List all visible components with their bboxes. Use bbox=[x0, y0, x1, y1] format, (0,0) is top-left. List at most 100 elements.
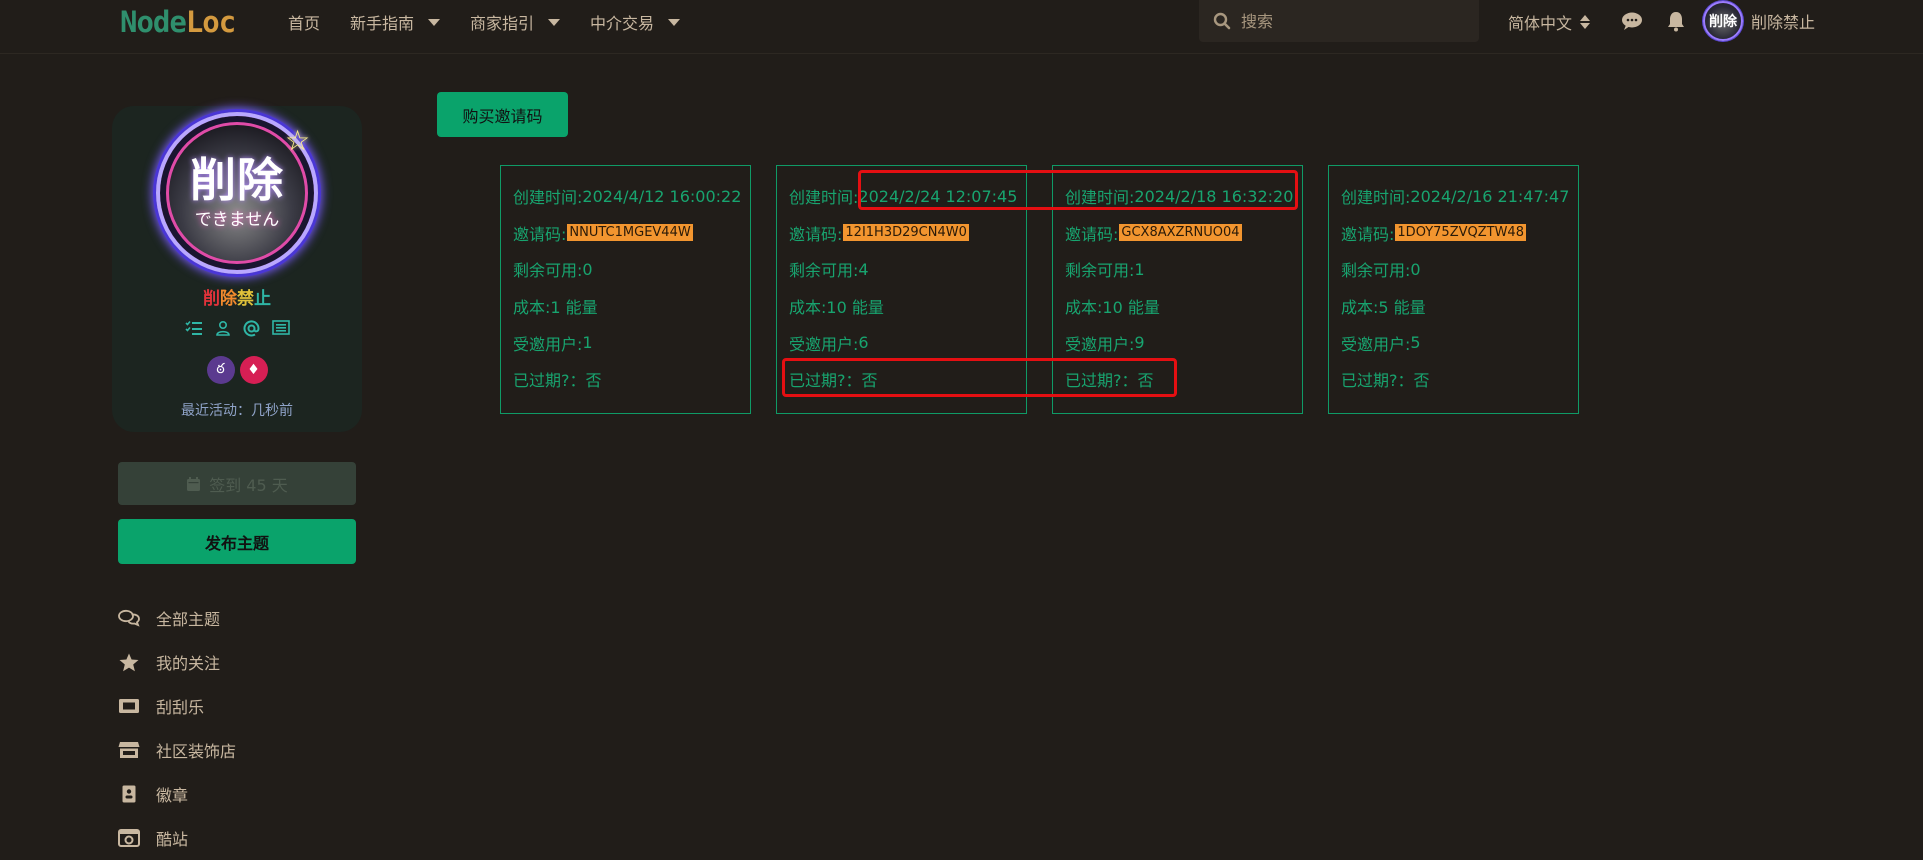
sidebar-item-all-topics[interactable]: 全部主题 bbox=[116, 596, 236, 640]
remaining-value: 4 bbox=[858, 259, 869, 279]
badge-icon bbox=[122, 785, 136, 803]
nav-beginner-guide-label: 新手指南 bbox=[350, 14, 415, 33]
at-icon[interactable] bbox=[243, 320, 260, 337]
invite-code-card: 创建时间: 2024/2/16 21:47:47 邀请码: 1DOY75ZVQZ… bbox=[1328, 165, 1579, 414]
search-input[interactable] bbox=[1241, 11, 1461, 31]
sidebar-item-label: 我的关注 bbox=[156, 654, 221, 673]
invited-row: 受邀用户: 6 bbox=[789, 324, 1026, 361]
buy-invite-code-button[interactable]: 购买邀请码 bbox=[437, 92, 568, 137]
medal-badge-icon[interactable]: ఠ bbox=[206, 356, 235, 384]
created-row: 创建时间: 2024/4/12 16:00:22 bbox=[513, 178, 750, 215]
search-box[interactable] bbox=[1199, 0, 1479, 42]
invited-value: 6 bbox=[858, 333, 869, 353]
invited-value: 1 bbox=[582, 333, 593, 353]
cost-label: 成本: bbox=[789, 298, 827, 318]
sidebar-item-following[interactable]: 我的关注 bbox=[116, 640, 236, 684]
expired-value: 否 bbox=[1137, 371, 1154, 391]
avatar-sub-text: できません bbox=[194, 209, 280, 230]
created-value: 2024/4/12 16:00:22 bbox=[582, 186, 742, 206]
created-label: 创建时间: bbox=[789, 188, 859, 208]
language-selector[interactable]: 简体中文 bbox=[1508, 10, 1591, 34]
remaining-label: 剩余可用: bbox=[513, 261, 583, 281]
sort-updown-icon bbox=[1580, 15, 1591, 29]
sidebar-item-label: 酷站 bbox=[156, 830, 189, 849]
sidebar-item-label: 刮刮乐 bbox=[156, 698, 205, 717]
code-label: 邀请码: bbox=[789, 224, 843, 244]
nav-merchant-guide[interactable]: 商家指引 bbox=[470, 10, 561, 34]
expired-value: 否 bbox=[861, 371, 878, 391]
remaining-row: 剩余可用: 0 bbox=[1341, 251, 1578, 288]
cost-value: 5 能量 bbox=[1378, 298, 1426, 318]
avatar: 削除 bbox=[1703, 1, 1743, 41]
store-icon bbox=[118, 742, 140, 758]
username-char: 止 bbox=[254, 289, 271, 309]
cost-row: 成本: 5 能量 bbox=[1341, 288, 1578, 325]
created-label: 创建时间: bbox=[1341, 188, 1411, 208]
logo-part-node: Node bbox=[120, 5, 187, 39]
comments-icon bbox=[118, 609, 140, 627]
nav-home[interactable]: 首页 bbox=[288, 10, 320, 34]
invite-code-value[interactable]: 12I1H3D29CN4W0 bbox=[843, 224, 969, 242]
top-navbar: NodeLoc 首页 新手指南 商家指引 中介交易 简体中文 削除 削除禁止 bbox=[0, 0, 1923, 54]
username-char: 禁 bbox=[237, 289, 254, 309]
nav-escrow-trade[interactable]: 中介交易 bbox=[590, 10, 681, 34]
star-decoration-icon: ☆ bbox=[285, 124, 311, 157]
bell-icon[interactable] bbox=[1666, 10, 1686, 32]
code-row: 邀请码: GCX8AXZRNUO04 bbox=[1065, 215, 1302, 252]
expired-value: 否 bbox=[1413, 371, 1430, 391]
remaining-label: 剩余可用: bbox=[1341, 261, 1411, 281]
code-label: 邀请码: bbox=[1341, 224, 1395, 244]
sidebar-item-decoration-shop[interactable]: 社区装饰店 bbox=[116, 728, 236, 772]
checkin-button[interactable]: 签到 45 天 bbox=[118, 462, 356, 505]
remaining-row: 剩余可用: 4 bbox=[789, 251, 1026, 288]
user-menu[interactable]: 削除 削除禁止 bbox=[1703, 1, 1815, 41]
invited-value: 5 bbox=[1410, 333, 1421, 353]
nav-home-label: 首页 bbox=[288, 14, 321, 33]
created-value: 2024/2/18 16:32:20 bbox=[1134, 186, 1294, 206]
sidebar-item-badges[interactable]: 徽章 bbox=[116, 772, 236, 816]
sidebar-item-scratch-card[interactable]: 刮刮乐 bbox=[116, 684, 236, 728]
sidebar-item-label: 社区装饰店 bbox=[156, 742, 237, 761]
remaining-row: 剩余可用: 0 bbox=[513, 251, 750, 288]
created-value: 2024/2/16 21:47:47 bbox=[1410, 186, 1570, 206]
article-icon[interactable] bbox=[271, 320, 290, 335]
remaining-label: 剩余可用: bbox=[1065, 261, 1135, 281]
cost-row: 成本: 1 能量 bbox=[513, 288, 750, 325]
publish-topic-button[interactable]: 发布主题 bbox=[118, 519, 356, 564]
invite-code-value[interactable]: GCX8AXZRNUO04 bbox=[1119, 224, 1242, 242]
created-row: 创建时间: 2024/2/16 21:47:47 bbox=[1341, 178, 1578, 215]
cost-row: 成本: 10 能量 bbox=[789, 288, 1026, 325]
cost-value: 1 能量 bbox=[550, 298, 598, 318]
invite-code-value[interactable]: NNUTC1MGEV44W bbox=[567, 224, 693, 242]
site-logo[interactable]: Node Loc bbox=[120, 4, 236, 40]
chevron-down-icon bbox=[548, 18, 561, 26]
cost-row: 成本: 10 能量 bbox=[1065, 288, 1302, 325]
list-check-icon[interactable] bbox=[184, 320, 203, 336]
invited-label: 受邀用户: bbox=[513, 334, 583, 354]
code-row: 邀请码: 12I1H3D29CN4W0 bbox=[789, 215, 1026, 252]
nav-beginner-guide[interactable]: 新手指南 bbox=[350, 10, 441, 34]
invite-code-value[interactable]: 1DOY75ZVQZTW48 bbox=[1395, 224, 1526, 242]
profile-username[interactable]: 削除禁止 bbox=[112, 284, 362, 309]
camera-icon bbox=[118, 829, 140, 847]
profile-card: 削除 できません ☆ 削除禁止 ఠ ♦ 最近活动：几秒前 bbox=[112, 106, 362, 432]
chat-icon[interactable] bbox=[1621, 10, 1643, 32]
checkin-label: 签到 45 天 bbox=[209, 475, 288, 495]
created-label: 创建时间: bbox=[1065, 188, 1135, 208]
cost-label: 成本: bbox=[1341, 298, 1379, 318]
user-icon[interactable] bbox=[215, 320, 231, 336]
expired-label: 已过期?： bbox=[513, 371, 586, 391]
sidebar-item-cool-sites[interactable]: 酷站 bbox=[116, 816, 236, 860]
username-char: 除 bbox=[220, 289, 237, 309]
calendar-check-icon bbox=[187, 476, 201, 491]
last-active: 最近活动：几秒前 bbox=[181, 403, 293, 419]
remaining-value: 0 bbox=[1410, 259, 1421, 279]
expired-value: 否 bbox=[585, 371, 602, 391]
gem-badge-icon[interactable]: ♦ bbox=[239, 356, 268, 384]
remaining-value: 0 bbox=[582, 259, 593, 279]
remaining-row: 剩余可用: 1 bbox=[1065, 251, 1302, 288]
chevron-down-icon bbox=[668, 18, 681, 26]
cost-label: 成本: bbox=[513, 298, 551, 318]
invite-code-card: 创建时间: 2024/4/12 16:00:22 邀请码: NNUTC1MGEV… bbox=[500, 165, 751, 414]
sidebar-item-label: 全部主题 bbox=[156, 610, 221, 629]
